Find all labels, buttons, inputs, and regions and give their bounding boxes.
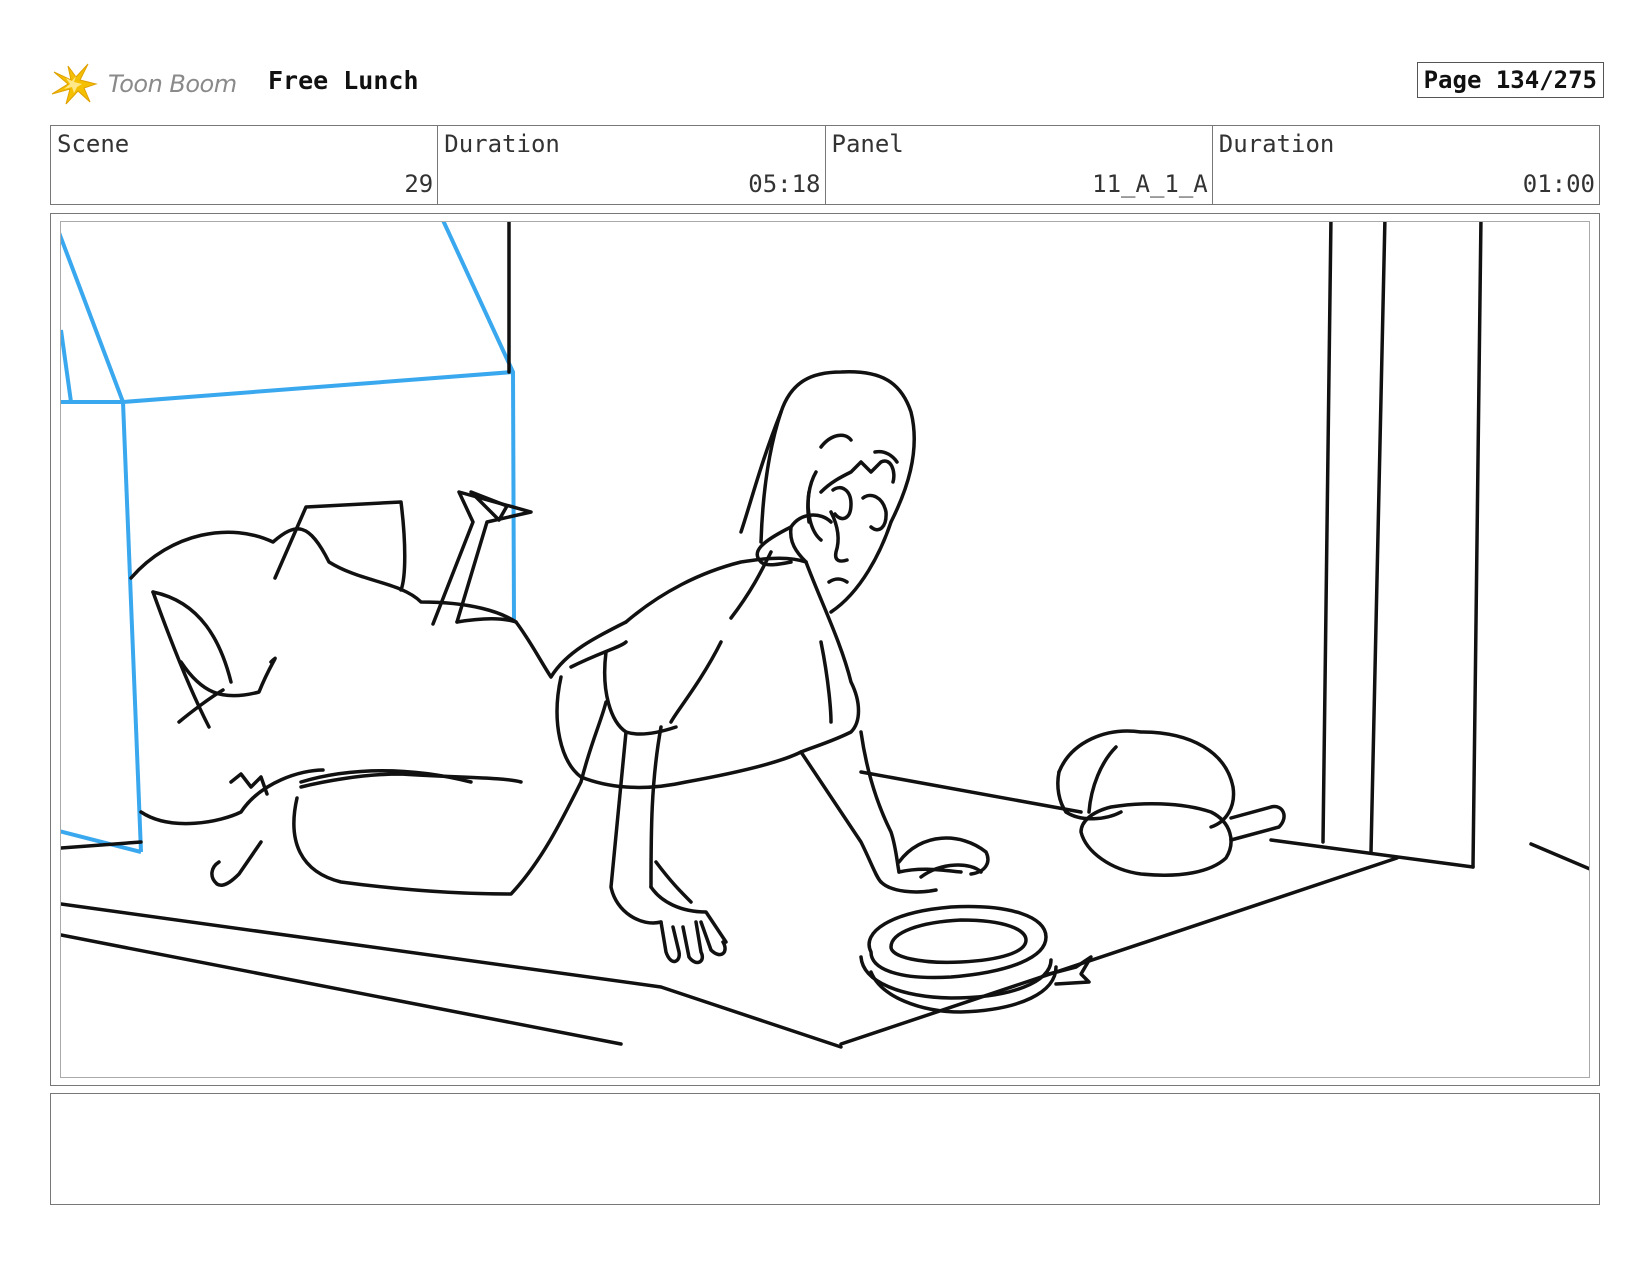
logo-text: Toon Boom	[108, 70, 237, 98]
panel-duration-cell: Duration 01:00	[1213, 126, 1599, 204]
scene-label: Scene	[57, 130, 130, 158]
toon-boom-logo: Toon Boom	[52, 62, 252, 106]
panel-frame	[50, 213, 1600, 1086]
scene-duration-cell: Duration 05:18	[438, 126, 826, 204]
panel-duration-label: Duration	[1218, 130, 1335, 158]
page-indicator: Page 134/275	[1416, 62, 1604, 98]
panel-duration-value: 01:00	[1522, 170, 1595, 198]
scene-line-art	[61, 222, 1589, 1049]
scene-duration-value: 05:18	[748, 170, 821, 198]
scene-value: 29	[404, 170, 434, 198]
info-bar: Scene 29 Duration 05:18 Panel 11_A_1_A D…	[50, 125, 1600, 205]
panel-cell: Panel 11_A_1_A	[826, 126, 1213, 204]
box-guide-lines	[61, 222, 516, 854]
panel-label: Panel	[831, 130, 904, 158]
storyboard-sketch	[61, 222, 1589, 1049]
panel-value: 11_A_1_A	[1092, 170, 1208, 198]
panel-image	[60, 221, 1590, 1078]
storyboard-header: Toon Boom Free Lunch Page 134/275	[52, 56, 1604, 112]
starburst-icon	[52, 63, 98, 105]
project-title: Free Lunch	[268, 66, 419, 95]
scene-duration-label: Duration	[444, 130, 560, 158]
notes-box	[50, 1093, 1600, 1205]
scene-cell: Scene 29	[51, 126, 439, 204]
